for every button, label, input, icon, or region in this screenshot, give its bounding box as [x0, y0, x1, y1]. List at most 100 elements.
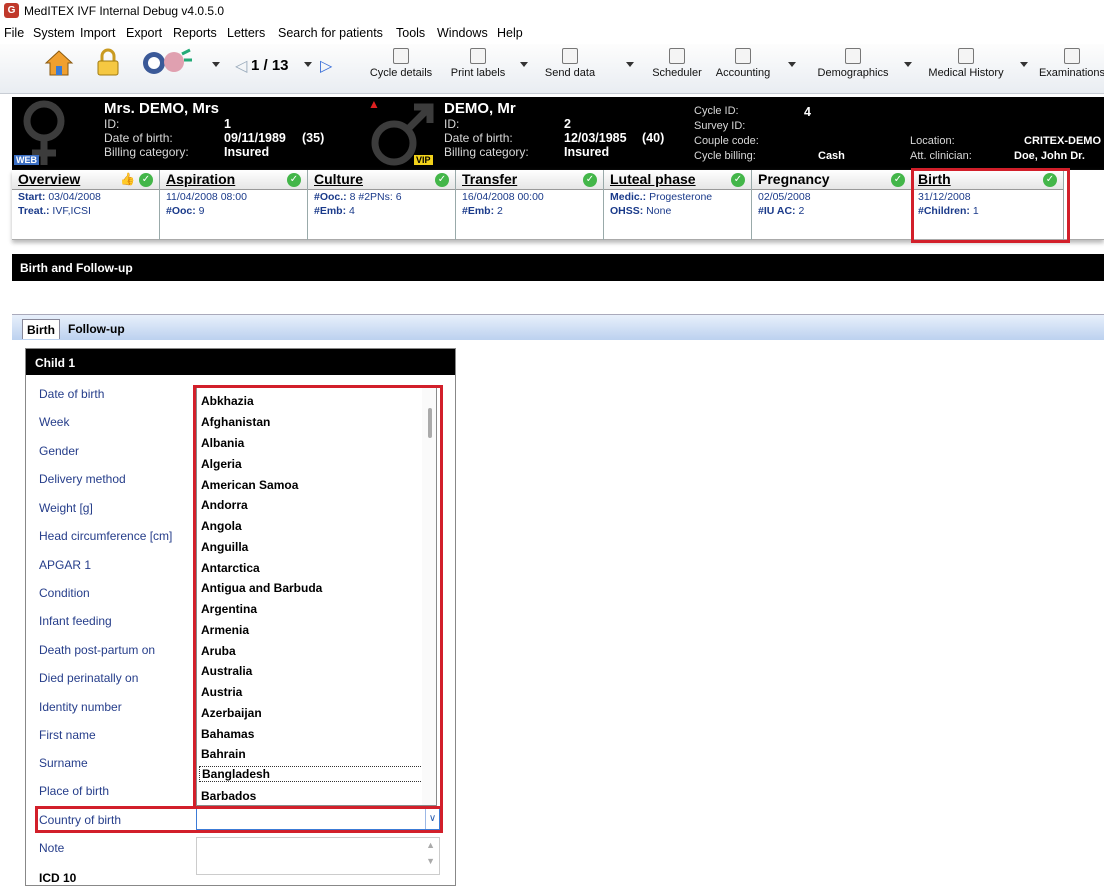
cycle-details-button[interactable]: Cycle details	[366, 48, 436, 90]
menu-search-for-patients[interactable]: Search for patients	[278, 26, 383, 40]
male-age: (40)	[642, 131, 665, 145]
couple-icon	[143, 48, 192, 74]
scheduler-button[interactable]: Scheduler	[648, 48, 706, 90]
phase-line-2-value: 9	[195, 205, 205, 217]
menu-import[interactable]: Import	[80, 26, 115, 40]
scroll-up-icon[interactable]: ▲	[426, 840, 435, 850]
print-labels-label: Print labels	[450, 67, 506, 79]
menu-tools[interactable]: Tools	[396, 26, 425, 40]
demographics-button[interactable]: Demographics	[812, 48, 894, 90]
cycle-dropdown-chevron-down-icon[interactable]	[304, 62, 312, 67]
accounting-dropdown-chevron-down-icon[interactable]	[788, 62, 796, 67]
menu-export[interactable]: Export	[126, 26, 162, 40]
scroll-down-icon[interactable]: ▼	[426, 856, 435, 866]
calendar-icon	[669, 48, 685, 64]
phase-title: Aspiration	[166, 171, 236, 187]
phase-line-2: #IU AC: 2	[752, 205, 911, 218]
accounting-button[interactable]: Accounting	[710, 48, 776, 90]
examinations-label: Examinations	[1038, 67, 1104, 79]
location-label: Location:	[910, 135, 955, 147]
female-billing: Insured	[224, 145, 270, 159]
male-patient-name[interactable]: DEMO, Mr	[444, 100, 516, 117]
menu-system[interactable]: System	[33, 26, 75, 40]
examinations-button[interactable]: Examinations	[1036, 48, 1104, 90]
male-dob-label: Date of birth:	[444, 131, 513, 145]
medical-history-button[interactable]: Medical History	[920, 48, 1012, 90]
phase-line-1-value: 02/05/2008	[758, 191, 811, 203]
send-data-label: Send data	[544, 67, 596, 79]
phase-header: Pregnancy ✓	[752, 170, 911, 190]
female-id: 1	[224, 117, 231, 131]
phase-title: Pregnancy	[758, 171, 830, 187]
female-age: (35)	[302, 131, 325, 145]
phase-culture[interactable]: Culture ✓ #Ooc.: 8 #2PNs: 6 #Emb: 4	[308, 170, 456, 240]
tab-follow-up[interactable]: Follow-up	[64, 319, 129, 339]
menu-file[interactable]: File	[4, 26, 24, 40]
phase-line-2: #Emb: 2	[456, 205, 603, 218]
phase-line-2-key: #Emb:	[462, 205, 495, 217]
phase-header: Aspiration ✓	[160, 170, 307, 190]
menu-reports[interactable]: Reports	[173, 26, 217, 40]
print-labels-button[interactable]: Print labels	[446, 48, 510, 90]
phase-line-1-key: Medic.:	[610, 191, 647, 203]
field-week: Week	[39, 415, 70, 429]
send-data-dropdown-chevron-down-icon[interactable]	[626, 62, 634, 67]
menu-windows[interactable]: Windows	[437, 26, 488, 40]
patient-header: Mrs. DEMO, Mrs ID: 1 Date of birth: 09/1…	[12, 97, 1104, 170]
field-condition: Condition	[39, 586, 90, 600]
window-title: MedITEX IVF Internal Debug v4.0.5.0	[24, 4, 225, 18]
home-button[interactable]	[42, 48, 76, 90]
phase-line-1: 11/04/2008 08:00	[160, 191, 307, 204]
tab-birth[interactable]: Birth	[22, 319, 60, 339]
app-logo-icon: G	[4, 3, 19, 18]
check-icon: ✓	[287, 173, 301, 187]
phase-header: Transfer ✓	[456, 170, 603, 190]
phase-title: Luteal phase	[610, 171, 696, 187]
female-patient-name[interactable]: Mrs. DEMO, Mrs	[104, 100, 219, 117]
phase-line-1-value: 16/04/2008 00:00	[462, 191, 544, 203]
female-dob: 09/11/1989	[224, 131, 286, 145]
cycle-details-icon	[393, 48, 409, 64]
demographics-icon	[845, 48, 861, 64]
lock-icon	[97, 48, 119, 76]
send-data-button[interactable]: Send data	[542, 48, 598, 90]
phase-aspiration[interactable]: Aspiration ✓ 11/04/2008 08:00 #Ooc: 9	[160, 170, 308, 240]
phase-line-1-value: 03/04/2008	[45, 191, 101, 203]
medical-history-dropdown-chevron-down-icon[interactable]	[1020, 62, 1028, 67]
phase-header: Culture ✓	[308, 170, 455, 190]
phase-overview[interactable]: Overview 👍 ✓ Start: 03/04/2008 Treat.: I…	[12, 170, 160, 240]
phase-line-1-key: Start:	[18, 191, 46, 203]
send-mail-icon	[562, 48, 578, 64]
print-labels-dropdown-chevron-down-icon[interactable]	[520, 62, 528, 67]
menu-letters[interactable]: Letters	[227, 26, 265, 40]
accounting-label: Accounting	[715, 67, 771, 79]
demographics-dropdown-chevron-down-icon[interactable]	[904, 62, 912, 67]
medical-history-label: Medical History	[928, 67, 1004, 79]
note-textarea[interactable]: ▲ ▼	[196, 837, 440, 875]
phase-transfer[interactable]: Transfer ✓ 16/04/2008 00:00 #Emb: 2	[456, 170, 604, 240]
phase-line-2: Treat.: IVF,ICSI	[12, 205, 159, 218]
check-icon: ✓	[731, 173, 745, 187]
field-first-name: First name	[39, 728, 96, 742]
section-header: Birth and Follow-up	[12, 254, 1104, 281]
phase-luteal[interactable]: Luteal phase ✓ Medic.: Progesterone OHSS:…	[604, 170, 752, 240]
field-gender: Gender	[39, 444, 80, 458]
phase-pregnancy[interactable]: Pregnancy ✓ 02/05/2008 #IU AC: 2	[752, 170, 912, 240]
phase-line-2-key: #Ooc:	[166, 205, 196, 217]
couple-dropdown-chevron-down-icon[interactable]	[212, 62, 220, 67]
lock-button[interactable]	[92, 48, 124, 90]
demographics-label: Demographics	[817, 67, 889, 79]
phase-line-2: #Emb: 4	[308, 205, 455, 218]
phase-line-2-value: 2	[494, 205, 503, 217]
menu-help[interactable]: Help	[497, 26, 523, 40]
money-bag-icon	[735, 48, 751, 64]
toolbar: ◁ 1 / 13 ▷ Cycle details Print labels Se…	[0, 44, 1104, 94]
phase-header: Overview 👍 ✓	[12, 170, 159, 190]
couple-button[interactable]	[136, 48, 196, 90]
field-icd-10: ICD 10	[39, 871, 77, 885]
previous-cycle-icon[interactable]: ◁	[235, 56, 247, 76]
next-cycle-icon[interactable]: ▷	[320, 56, 332, 76]
clinician: Doe, John Dr.	[1014, 150, 1085, 162]
vip-badge: VIP	[414, 155, 433, 165]
dropdown-highlight	[193, 385, 443, 809]
